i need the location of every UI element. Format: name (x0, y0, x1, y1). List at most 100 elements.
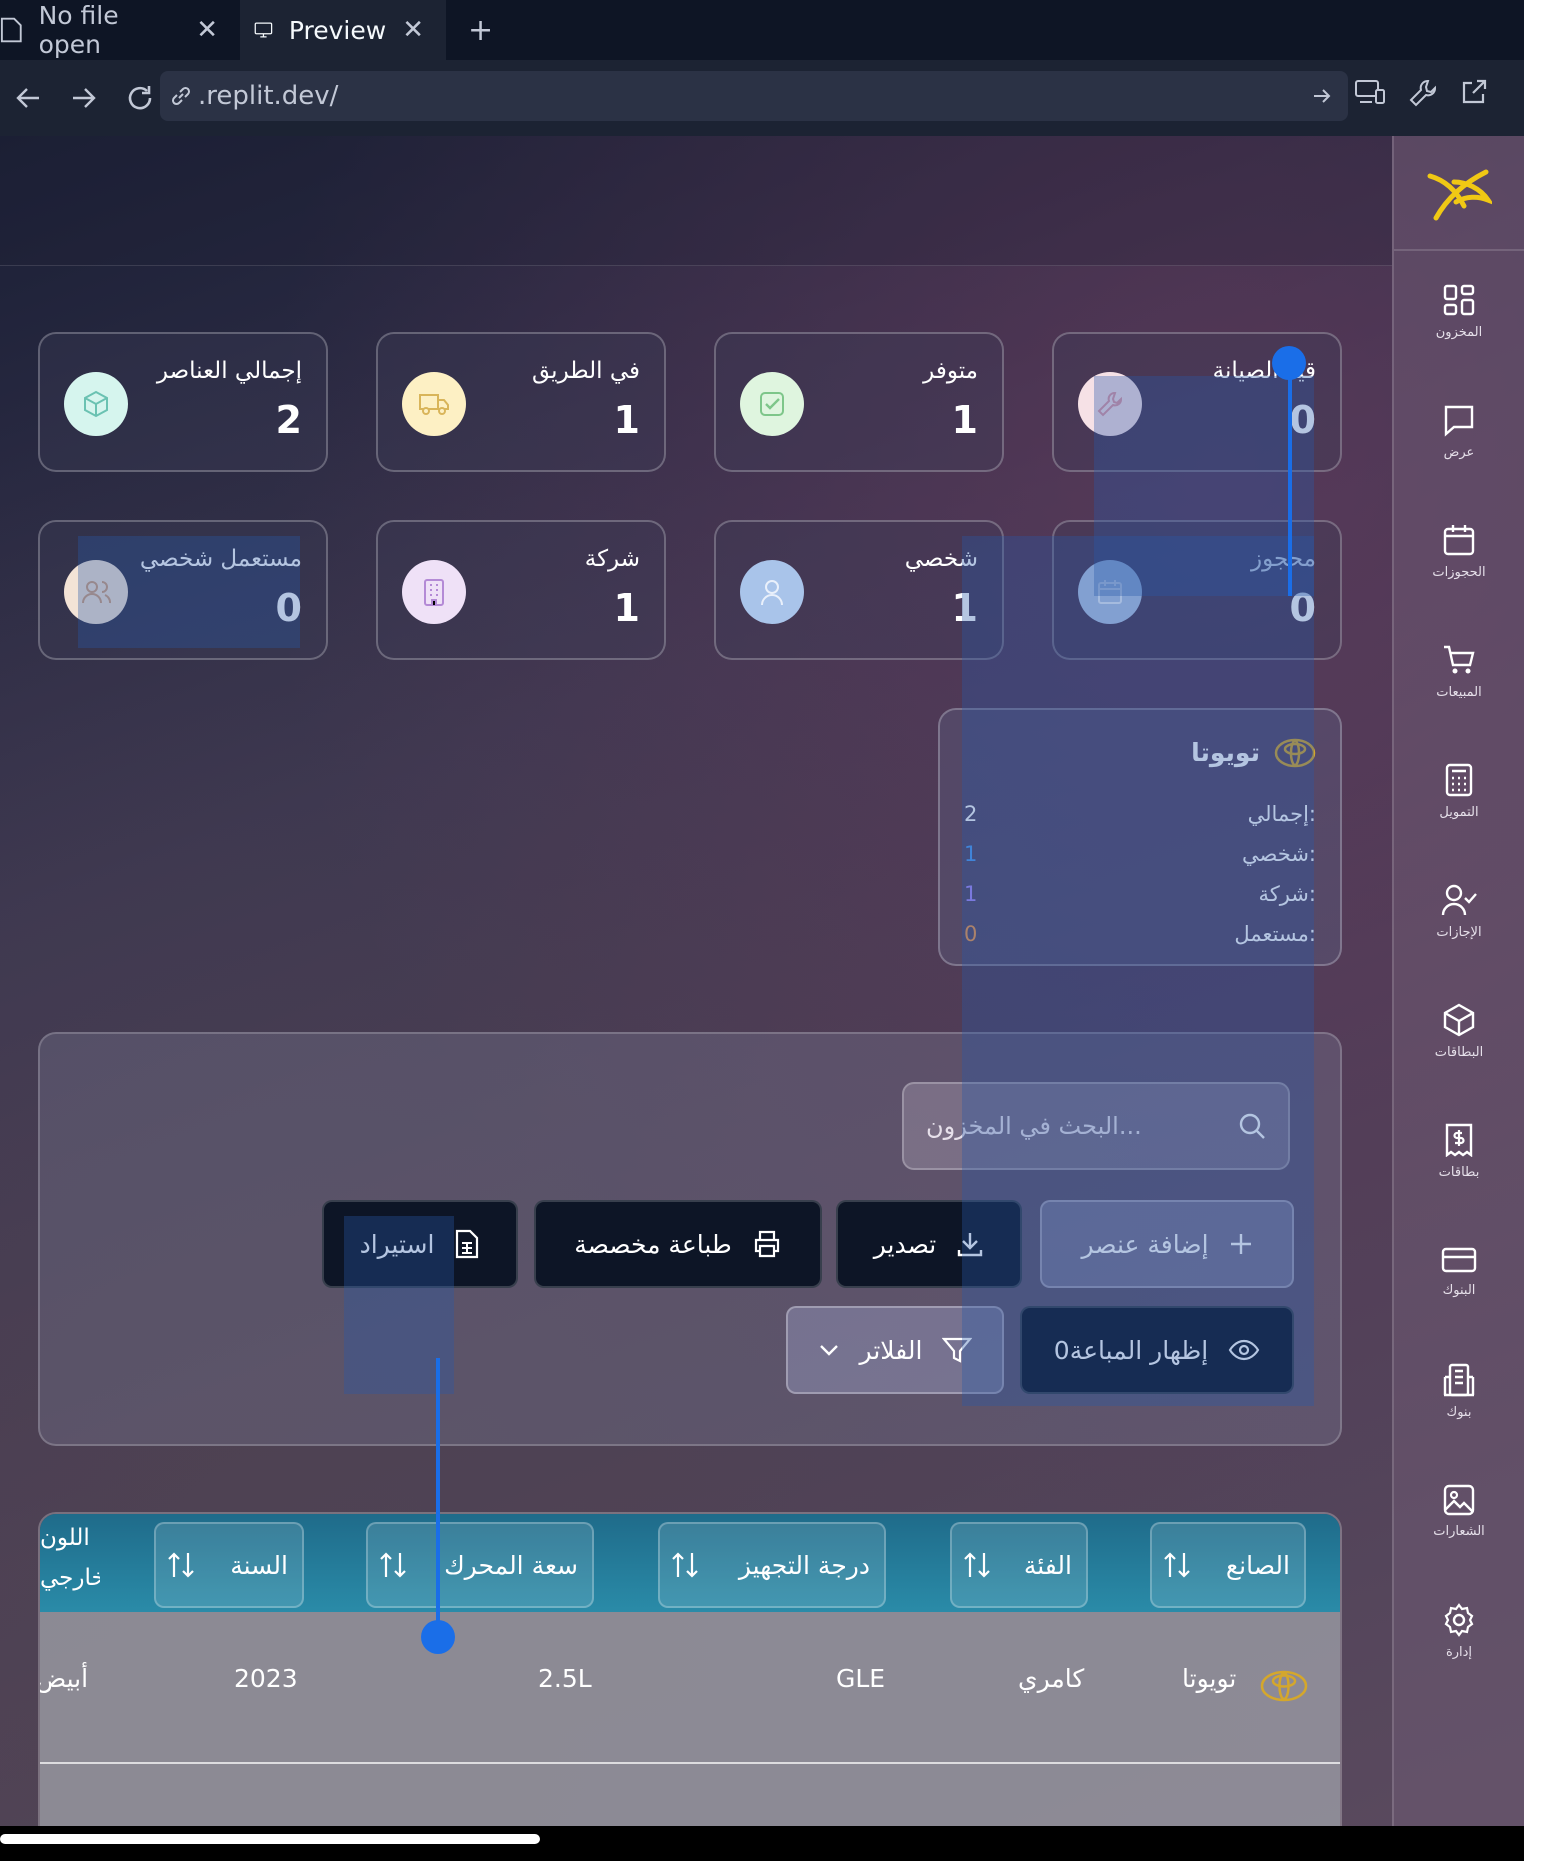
sidebar-item-label: المبيعات (1436, 684, 1482, 700)
column-header-year[interactable]: السنة (154, 1522, 304, 1608)
logo-icon (1427, 169, 1492, 220)
horizontal-scrollbar[interactable] (0, 1834, 540, 1844)
inventory-table: الصانع الفئة درجة التجهيز سعة المحرك الس… (38, 1512, 1342, 1826)
column-header-maker[interactable]: الصانع (1150, 1522, 1306, 1608)
monitor-icon (254, 22, 273, 38)
column-header-label: الفئة (1023, 1550, 1072, 1580)
sort-icon (672, 1552, 698, 1578)
sidebar-item-cards-2[interactable]: بطاقات (1394, 1091, 1524, 1211)
stat-card-company[interactable]: شركة 1 (376, 520, 666, 660)
sidebar-item-label: إدارة (1445, 1644, 1473, 1660)
tab-preview[interactable]: Preview ✕ (240, 0, 446, 60)
package-icon (64, 372, 128, 436)
sidebar-item-view[interactable]: عرض (1394, 371, 1524, 491)
url-text: .replit.dev/ (198, 81, 339, 111)
stat-title: إجمالي العناصر (156, 358, 302, 384)
back-button[interactable] (0, 86, 56, 110)
sort-icon (380, 1552, 406, 1578)
inspector-highlight (78, 536, 300, 648)
stat-card-in-transit[interactable]: في الطريق 1 (376, 332, 666, 472)
stat-title: في الطريق (531, 358, 640, 384)
external-link-icon[interactable] (1460, 78, 1488, 106)
column-header-trim[interactable]: درجة التجهيز (658, 1522, 886, 1608)
wrench-icon[interactable] (1408, 78, 1438, 108)
column-header-exterior-color[interactable]: اللون الخارجي (40, 1518, 100, 1598)
close-icon[interactable]: ✕ (402, 15, 424, 45)
stat-card-personal[interactable]: شخصي 1 (714, 520, 1004, 660)
inspector-highlight (962, 536, 1314, 1406)
stat-card-available[interactable]: متوفر 1 (714, 332, 1004, 472)
cell-trim: GLE (836, 1664, 886, 1693)
stat-value: 2 (275, 398, 302, 442)
stat-card-total[interactable]: إجمالي العناصر 2 (38, 332, 328, 472)
sidebar-item-inventory[interactable]: المخزون (1394, 251, 1524, 371)
sidebar-item-admin[interactable]: إدارة (1394, 1571, 1524, 1691)
tab-no-file[interactable]: No file open ✕ (0, 0, 240, 60)
cell-year: 2023 (234, 1664, 298, 1693)
cursor-handle (421, 1620, 455, 1654)
devices-icon[interactable] (1354, 78, 1386, 106)
image-icon (1443, 1484, 1475, 1515)
file-icon (0, 17, 22, 43)
close-icon[interactable]: ✕ (196, 15, 218, 45)
sidebar-item-label: البنوك (1442, 1282, 1476, 1298)
sidebar-item-financing[interactable]: التمويل (1394, 731, 1524, 851)
column-header-label: سعة المحرك (444, 1550, 578, 1580)
cart-icon (1444, 645, 1475, 673)
go-arrow-icon[interactable] (1312, 87, 1332, 105)
user-check-icon (1441, 884, 1477, 915)
stat-value: 1 (613, 398, 640, 442)
table-body: تويوتا كامري GLE 2.5L 2023 أبيض (40, 1612, 1340, 1826)
sidebar: المخزون عرض الحجوزات المبيعات التمويل ال… (1392, 136, 1524, 1826)
sidebar-item-label: عرض (1443, 444, 1475, 460)
tab-label: Preview (288, 15, 387, 45)
custom-print-button[interactable]: طباعة مخصصة (534, 1200, 822, 1288)
sidebar-item-reservations[interactable]: الحجوزات (1394, 491, 1524, 611)
sidebar-item-label: المخزون (1435, 324, 1483, 340)
stat-value: 1 (613, 586, 640, 630)
filters-label: الفلاتر (859, 1335, 923, 1365)
toyota-logo-icon (1260, 1670, 1308, 1702)
sidebar-item-label: بطاقات (1438, 1164, 1480, 1180)
sort-icon (964, 1552, 990, 1578)
column-header-category[interactable]: الفئة (950, 1522, 1088, 1608)
app-logo[interactable] (1394, 136, 1524, 251)
sort-icon (168, 1552, 194, 1578)
file-spreadsheet-icon (456, 1229, 479, 1259)
arrow-right-icon (73, 88, 96, 108)
calendar-icon (1443, 524, 1475, 555)
sidebar-item-leaves[interactable]: الإجازات (1394, 851, 1524, 971)
column-header-label: الصانع (1225, 1550, 1290, 1580)
cell-maker: تويوتا (1182, 1664, 1237, 1693)
sidebar-item-banks-2[interactable]: بنوك (1394, 1331, 1524, 1451)
grid-icon (1443, 284, 1475, 315)
gear-icon (1444, 1602, 1474, 1637)
stat-title: متوفر (923, 358, 978, 384)
cell-color: أبيض (38, 1664, 89, 1693)
new-tab-icon[interactable]: + (468, 13, 493, 48)
cursor-handle (1272, 346, 1306, 380)
receipt-icon (1445, 1123, 1473, 1157)
table-header: الصانع الفئة درجة التجهيز سعة المحرك الس… (40, 1514, 1340, 1612)
arrow-left-icon (16, 88, 39, 108)
sidebar-item-logos[interactable]: الشعارات (1394, 1451, 1524, 1571)
printer-icon (754, 1230, 779, 1258)
reload-icon (128, 86, 152, 110)
row-divider (40, 1762, 1340, 1764)
sidebar-item-label: الإجازات (1436, 924, 1482, 940)
cell-category: كامري (1018, 1664, 1085, 1693)
export-label: تصدير (873, 1229, 937, 1259)
cursor-line (1288, 360, 1292, 596)
column-header-engine[interactable]: سعة المحرك (366, 1522, 594, 1608)
sidebar-item-cards[interactable]: البطاقات (1394, 971, 1524, 1091)
chrome-actions (1354, 78, 1524, 108)
sidebar-item-banks[interactable]: البنوك (1394, 1211, 1524, 1331)
sidebar-item-sales[interactable]: المبيعات (1394, 611, 1524, 731)
tab-label: No file open (38, 1, 119, 59)
calculator-icon (1445, 763, 1473, 796)
url-field[interactable]: .replit.dev/ (160, 71, 1348, 121)
forward-button[interactable] (56, 86, 112, 110)
custom-print-label: طباعة مخصصة (574, 1229, 732, 1259)
sidebar-item-label: البطاقات (1434, 1044, 1484, 1060)
user-icon (740, 560, 804, 624)
